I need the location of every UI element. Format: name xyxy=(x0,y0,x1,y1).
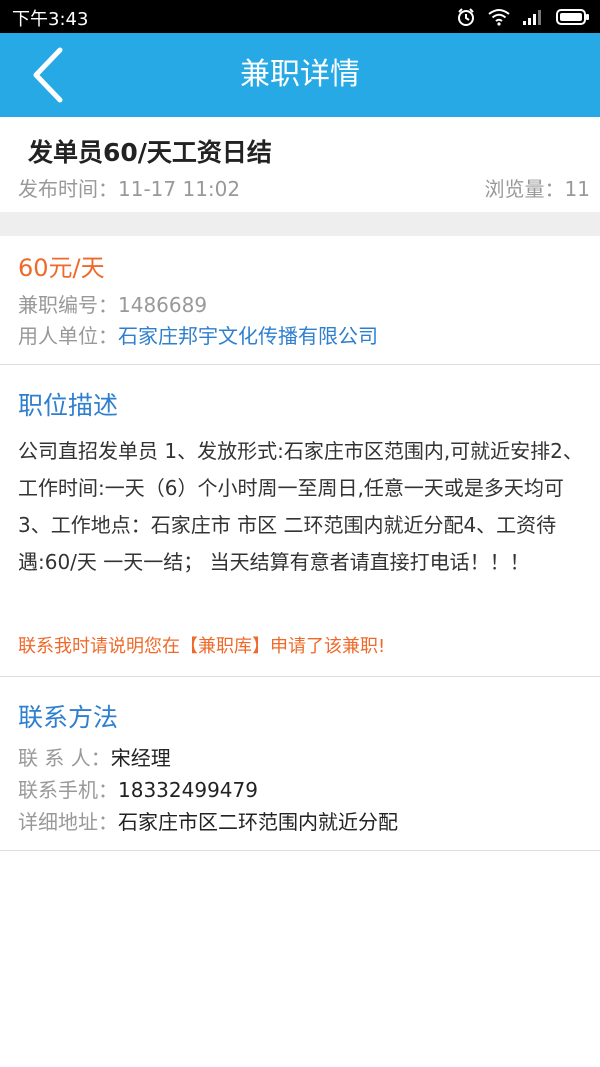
page-title: 兼职详情 xyxy=(240,57,360,92)
alarm-icon xyxy=(456,7,476,27)
title-bar: 兼职详情 xyxy=(0,33,600,117)
job-meta-row: 发布时间：11-17 11:02 浏览量：11 xyxy=(18,173,590,202)
job-title: 发单员60/天工资日结 xyxy=(28,138,272,167)
publish-time: 11-17 11:02 xyxy=(118,177,241,201)
contact-phone-label: 联系手机： xyxy=(18,778,118,802)
publish-time-label: 发布时间： xyxy=(18,177,118,201)
wifi-icon xyxy=(488,8,510,26)
contact-heading: 联系方法 xyxy=(18,703,119,732)
salary: 60元/天 xyxy=(18,254,105,282)
contact-person-label: 联 系 人： xyxy=(18,746,111,770)
divider xyxy=(0,364,600,365)
employer-row: 用人单位：石家庄邦宇文化传播有限公司 xyxy=(18,320,378,349)
views-label: 浏览量： xyxy=(484,177,565,201)
contact-address-row: 详细地址：石家庄市区二环范围内就近分配 xyxy=(18,806,398,835)
section-separator xyxy=(0,212,600,236)
divider xyxy=(0,676,600,677)
divider xyxy=(0,850,600,851)
job-id-label: 兼职编号： xyxy=(18,293,118,317)
job-id-row: 兼职编号：1486689 xyxy=(18,289,207,318)
job-id: 1486689 xyxy=(118,293,208,317)
status-bar: 下午3:43 xyxy=(0,0,600,33)
status-icons xyxy=(456,6,590,28)
description-heading: 职位描述 xyxy=(18,391,119,420)
battery-icon xyxy=(556,8,590,26)
views-count-group: 浏览量：11 xyxy=(485,173,590,202)
contact-person-row: 联 系 人：宋经理 xyxy=(18,742,171,771)
signal-icon xyxy=(522,8,544,26)
application-notice: 联系我时请说明您在【兼职库】申请了该兼职! xyxy=(18,636,386,657)
views-count: 11 xyxy=(564,177,590,201)
employer-link[interactable]: 石家庄邦宇文化传播有限公司 xyxy=(118,324,378,348)
employer-label: 用人单位： xyxy=(18,324,118,348)
contact-phone[interactable]: 18332499479 xyxy=(118,778,258,802)
contact-address: 石家庄市区二环范围内就近分配 xyxy=(118,810,398,834)
contact-address-label: 详细地址： xyxy=(18,810,118,834)
contact-person: 宋经理 xyxy=(110,746,171,770)
job-description: 公司直招发单员 1、发放形式:石家庄市区范围内,可就近安排2、工作时间:一天（6… xyxy=(18,439,583,574)
contact-phone-row[interactable]: 联系手机：18332499479 xyxy=(18,774,258,803)
status-time: 下午3:43 xyxy=(12,9,89,30)
